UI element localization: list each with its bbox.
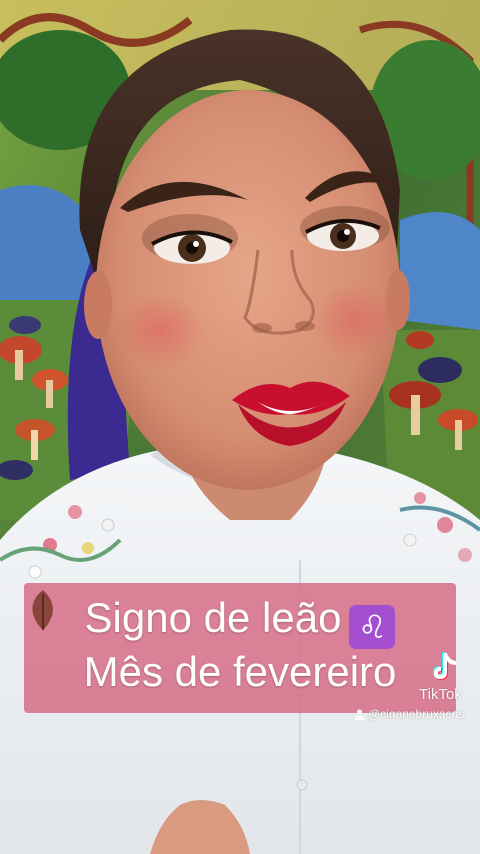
creator-username[interactable]: @ciganabruxacris — [354, 707, 464, 721]
person-icon — [355, 709, 364, 720]
leo-zodiac-icon: ♌ — [349, 605, 396, 649]
caption-line-1-text: Signo de leão — [84, 594, 342, 641]
caption-line-1: Signo de leão ♌ — [24, 593, 456, 649]
video-scene — [0, 0, 480, 854]
leaf-sticker-icon — [32, 590, 53, 630]
video-caption: Signo de leão ♌ Mês de fevereiro — [24, 583, 456, 713]
tiktok-note-icon — [433, 652, 456, 680]
caption-line-2: Mês de fevereiro — [83, 648, 397, 695]
video-frame[interactable]: Signo de leão ♌ Mês de fevereiro TikTok @… — [0, 0, 480, 854]
tiktok-brand-label: TikTok — [419, 686, 462, 703]
username-text: @ciganabruxacris — [368, 707, 465, 721]
